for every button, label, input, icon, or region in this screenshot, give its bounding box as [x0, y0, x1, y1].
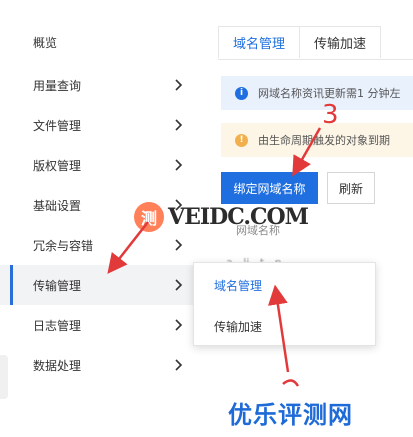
sidebar-item-log-management[interactable]: 日志管理 [0, 305, 196, 345]
step-number: 3 [322, 100, 339, 130]
sidebar-item-usage-query[interactable]: 用量查询 [0, 65, 196, 105]
chevron-right-icon [172, 78, 186, 92]
info-banner: i 网域名称资讯更新需1 分钟左 [221, 76, 413, 110]
chevron-right-icon [172, 318, 186, 332]
sidebar-item-copyright[interactable]: 版权管理 [0, 145, 196, 185]
watermark-logo-icon: 测 [134, 202, 164, 232]
sidebar-item-label: 版权管理 [33, 158, 82, 173]
watermark-site: 测 VEIDC.COM [134, 202, 309, 232]
submenu-item-domain-management[interactable]: 域名管理 [214, 277, 262, 294]
warning-banner: ! 由生命周期触发的对象到期 [221, 123, 413, 157]
sidebar-item-label: 概览 [33, 35, 58, 50]
bind-domain-button[interactable]: 绑定网域名称 [221, 172, 318, 204]
submenu-item-transfer-acceleration[interactable]: 传输加速 [214, 318, 262, 335]
info-banner-text: 网域名称资讯更新需1 分钟左 [258, 87, 401, 100]
warning-banner-text: 由生命周期触发的对象到期 [258, 134, 390, 147]
sidebar-item-label: 传输管理 [33, 278, 82, 293]
sidebar-item-data-processing[interactable]: 数据处理 [0, 345, 196, 385]
tab-bar: 域名管理 传输加速 [218, 26, 413, 60]
chevron-right-icon [172, 118, 186, 132]
chevron-right-icon [172, 158, 186, 172]
sidebar-collapse-handle[interactable] [0, 355, 8, 399]
sidebar-item-label: 数据处理 [33, 358, 82, 373]
chevron-right-icon [172, 358, 186, 372]
tab-domain-management[interactable]: 域名管理 [218, 26, 301, 58]
sidebar-item-transfer-management[interactable]: 传输管理 [0, 265, 196, 305]
info-icon: i [235, 86, 248, 100]
sidebar-item-file-management[interactable]: 文件管理 [0, 105, 196, 145]
sidebar-item-label: 冗余与容错 [33, 238, 94, 253]
refresh-button[interactable]: 刷新 [327, 172, 375, 204]
sidebar-item-label: 文件管理 [33, 118, 82, 133]
sidebar-item-label: 用量查询 [33, 78, 82, 93]
chevron-right-icon [172, 278, 186, 292]
watermark-site-text: VEIDC.COM [168, 204, 309, 230]
transfer-submenu: 域名管理 传输加速 [193, 262, 376, 346]
warning-icon: ! [235, 133, 248, 147]
sidebar-item-label: 基础设置 [33, 198, 82, 213]
sidebar-item-overview[interactable]: 概览 [0, 22, 196, 62]
sidebar-item-label: 日志管理 [33, 318, 82, 333]
chevron-right-icon [172, 238, 186, 252]
watermark-corner-text: 优乐评测网 [228, 401, 353, 429]
tab-transfer-acceleration[interactable]: 传输加速 [299, 26, 382, 58]
